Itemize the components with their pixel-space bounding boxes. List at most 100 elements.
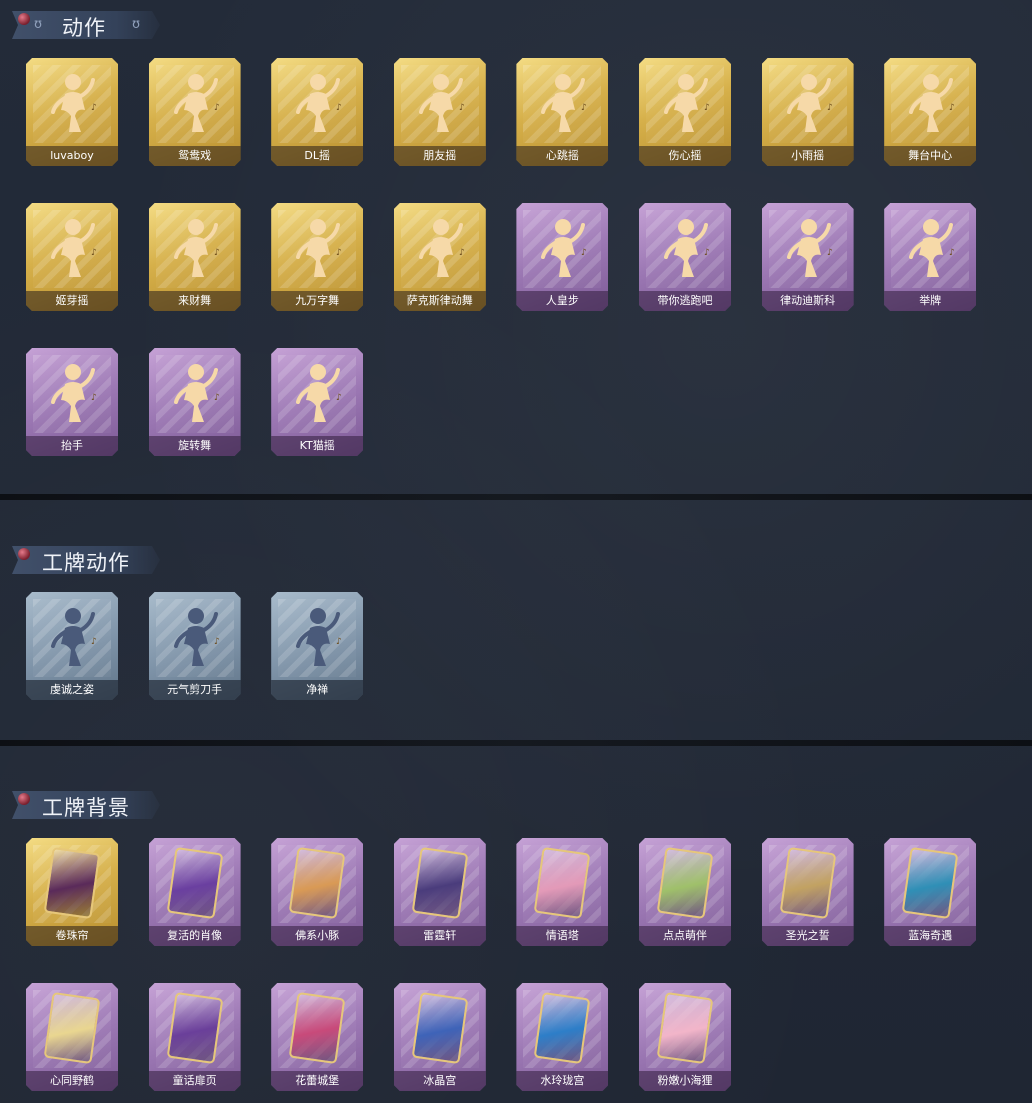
svg-text:♪: ♪	[459, 103, 465, 113]
item-label: 水玲珑宫	[516, 1071, 609, 1091]
item-label: luvaboy	[26, 146, 118, 166]
gem-icon	[18, 548, 30, 560]
dance-pose-icon: ♪	[51, 219, 97, 277]
action-item[interactable]: ♪ 姬芽摇	[26, 203, 118, 311]
action-item[interactable]: ♪ 鸳鸯戏	[148, 58, 241, 166]
badge-background-thumbnail	[901, 846, 959, 920]
background-item[interactable]: 雷霆轩	[393, 838, 486, 946]
badge-background-thumbnail	[166, 991, 223, 1065]
dance-pose-icon: ♪	[418, 219, 465, 277]
dance-pose-icon: ♪	[909, 219, 955, 277]
item-label: 粉嫩小海狸	[639, 1071, 731, 1091]
item-label: 舞台中心	[884, 146, 977, 166]
dance-pose-icon: ♪	[51, 74, 97, 132]
dance-pose-icon: ♪	[786, 74, 832, 132]
background-item[interactable]: 童话扉页	[148, 983, 241, 1091]
background-item[interactable]: 蓝海奇遇	[884, 838, 977, 946]
background-item[interactable]: 水玲珑宫	[516, 983, 609, 1091]
background-item[interactable]: 点点萌伴	[639, 838, 731, 946]
background-item[interactable]: 圣光之誓	[761, 838, 854, 946]
dance-pose-icon: ♪	[418, 74, 465, 132]
svg-text:♪: ♪	[336, 393, 342, 403]
action-item[interactable]: ♪ luvaboy	[26, 58, 118, 166]
svg-text:♪: ♪	[704, 103, 710, 113]
action-item[interactable]: ♪ 朋友摇	[393, 58, 486, 166]
svg-text:♪: ♪	[91, 103, 97, 113]
action-item[interactable]: ♪ 抬手	[26, 348, 118, 456]
swirl-icon: ʊ	[132, 17, 141, 32]
action-item[interactable]: ♪ 舞台中心	[884, 58, 977, 166]
item-label: 元气剪刀手	[148, 680, 241, 700]
item-label: 来财舞	[148, 291, 241, 311]
background-item[interactable]: 粉嫩小海狸	[639, 983, 731, 1091]
item-label: 点点萌伴	[639, 926, 731, 946]
background-item[interactable]: 复活的肖像	[148, 838, 241, 946]
item-label: 律动迪斯科	[761, 291, 854, 311]
action-item[interactable]: ♪ DL摇	[271, 58, 364, 166]
dance-pose-icon: ♪	[51, 364, 97, 422]
item-label: DL摇	[271, 146, 364, 166]
badge-action-item[interactable]: ♪ 虔诚之姿	[26, 592, 118, 700]
action-item[interactable]: ♪ 来财舞	[148, 203, 241, 311]
section-header-badge-actions: 工牌动作	[12, 546, 160, 574]
badge-background-thumbnail	[534, 846, 591, 920]
dance-pose-icon: ♪	[51, 608, 97, 666]
item-label: 萨克斯律动舞	[393, 291, 486, 311]
section-title: 工牌动作	[42, 551, 130, 575]
badge-background-thumbnail	[43, 846, 101, 920]
item-label: 人皇步	[516, 291, 609, 311]
action-item[interactable]: ♪ 萨克斯律动舞	[393, 203, 486, 311]
item-label: 雷霆轩	[393, 926, 486, 946]
dance-pose-icon: ♪	[296, 74, 342, 132]
action-item[interactable]: ♪ 带你逃跑吧	[639, 203, 731, 311]
item-label: 圣光之誓	[761, 926, 854, 946]
background-item[interactable]: 佛系小豚	[271, 838, 364, 946]
background-item[interactable]: 情语塔	[516, 838, 609, 946]
svg-text:♪: ♪	[949, 248, 955, 258]
dance-pose-icon: ♪	[296, 608, 342, 666]
action-item[interactable]: ♪ 九万字舞	[271, 203, 364, 311]
badge-background-thumbnail	[288, 846, 346, 920]
dance-pose-icon: ♪	[173, 608, 219, 666]
item-label: 鸳鸯戏	[148, 146, 241, 166]
action-item[interactable]: ♪ 旋转舞	[148, 348, 241, 456]
item-label: 冰晶宫	[393, 1071, 486, 1091]
badge-background-thumbnail	[411, 991, 469, 1065]
action-item[interactable]: ♪ 人皇步	[516, 203, 609, 311]
svg-text:♪: ♪	[91, 637, 97, 647]
item-label: 童话扉页	[148, 1071, 241, 1091]
svg-text:♪: ♪	[336, 637, 342, 647]
section-title: 工牌背景	[42, 796, 130, 820]
background-item[interactable]: 花蕾城堡	[271, 983, 364, 1091]
svg-text:♪: ♪	[336, 248, 342, 258]
action-item[interactable]: ♪ 小雨摇	[761, 58, 854, 166]
item-label: 朋友摇	[393, 146, 486, 166]
dance-pose-icon: ♪	[664, 219, 710, 277]
badge-action-item[interactable]: ♪ 净禅	[271, 592, 364, 700]
swirl-icon: ʊ	[34, 17, 43, 32]
action-item[interactable]: ♪ 心跳摇	[516, 58, 609, 166]
gem-icon	[18, 793, 30, 805]
badge-action-item[interactable]: ♪ 元气剪刀手	[148, 592, 241, 700]
dance-pose-icon: ♪	[786, 219, 832, 277]
dance-pose-icon: ♪	[541, 74, 587, 132]
item-label: 花蕾城堡	[271, 1071, 364, 1091]
item-label: 心同野鹤	[26, 1071, 118, 1091]
dance-pose-icon: ♪	[296, 219, 342, 277]
svg-text:♪: ♪	[91, 393, 97, 403]
action-item[interactable]: ♪ 举牌	[884, 203, 977, 311]
item-label: 心跳摇	[516, 146, 609, 166]
section-title: 动作	[62, 16, 106, 40]
item-label: 举牌	[884, 291, 977, 311]
dance-pose-icon: ♪	[173, 364, 219, 422]
action-item[interactable]: ♪ KT猫摇	[271, 348, 364, 456]
svg-text:♪: ♪	[91, 248, 97, 258]
badge-background-thumbnail	[656, 991, 714, 1065]
background-item[interactable]: 卷珠帘	[26, 838, 118, 946]
action-item[interactable]: ♪ 律动迪斯科	[761, 203, 854, 311]
background-item[interactable]: 心同野鹤	[26, 983, 118, 1091]
action-item[interactable]: ♪ 伤心摇	[639, 58, 731, 166]
background-item[interactable]: 冰晶宫	[393, 983, 486, 1091]
item-label: KT猫摇	[271, 436, 364, 456]
svg-text:♪: ♪	[704, 248, 710, 258]
